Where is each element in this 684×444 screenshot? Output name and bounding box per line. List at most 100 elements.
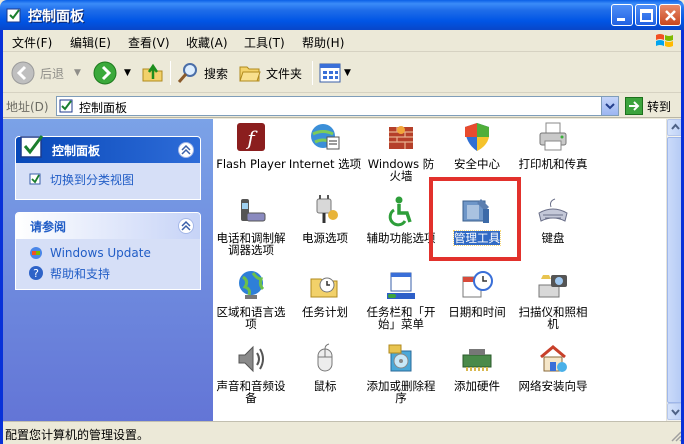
item-scanners-cameras[interactable]: 扫描仪和照相机: [515, 269, 591, 330]
back-button[interactable]: 后退 ▼: [10, 59, 81, 87]
go-button[interactable]: 转到: [625, 97, 671, 115]
shield-icon: [465, 123, 489, 151]
chevron-up-icon: [181, 220, 191, 231]
maximize-icon: [640, 9, 653, 22]
views-grid-icon: [319, 63, 341, 83]
item-taskbar-start-menu[interactable]: 任务栏和「开始」菜单: [363, 269, 439, 330]
item-power-options[interactable]: 电源选项: [287, 195, 363, 244]
up-folder-icon: [142, 63, 163, 82]
close-button[interactable]: [659, 4, 681, 26]
go-arrow-icon: [625, 97, 643, 115]
control-panel-icon: [59, 99, 73, 113]
task-pane: 控制面板 切换到分类视图 请参阅 Windows Update ? 帮助和支持: [0, 119, 213, 421]
item-sounds-audio[interactable]: 声音和音频设备: [213, 343, 289, 404]
item-region-language[interactable]: 区域和语言选项: [213, 269, 289, 330]
up-folder-button[interactable]: [140, 59, 166, 87]
chevron-down-icon: [605, 103, 615, 110]
item-phone-modem[interactable]: 电话和调制解调器选项: [213, 195, 289, 256]
window-frame-left: [0, 30, 3, 444]
item-security-center[interactable]: 安全中心: [439, 121, 515, 170]
flash-icon: f: [237, 123, 265, 151]
control-panel-icon: [20, 135, 44, 158]
add-remove-programs-icon: [388, 344, 412, 372]
collapse-button[interactable]: [178, 142, 194, 158]
views-button[interactable]: ▼: [318, 59, 351, 87]
phone-modem-icon: [241, 199, 266, 222]
windows-update-icon: [30, 247, 42, 259]
panel-header[interactable]: 请参阅: [16, 213, 200, 239]
address-dropdown-button[interactable]: [601, 97, 618, 115]
item-printers-faxes[interactable]: 打印机和传真: [515, 121, 591, 170]
status-bar: 配置您计算机的管理设置。: [0, 421, 684, 444]
item-date-time[interactable]: 日期和时间: [439, 269, 515, 318]
minimize-button[interactable]: [611, 4, 633, 26]
firewall-icon: [389, 126, 413, 149]
panel-header[interactable]: 控制面板: [16, 135, 200, 163]
svg-text:?: ?: [33, 267, 39, 280]
admin-tools-icon: [462, 199, 489, 223]
item-scheduled-tasks[interactable]: 任务计划: [287, 269, 363, 318]
see-also-panel: 请参阅 Windows Update ? 帮助和支持: [15, 212, 201, 290]
toolbar-separator: [170, 61, 171, 85]
forward-button[interactable]: ▼: [92, 59, 131, 87]
toolbar: 后退 ▼ ▼ 搜索 文件夹 ▼: [0, 53, 684, 93]
accessibility-icon: [388, 196, 412, 227]
panel-title: 请参阅: [30, 220, 67, 234]
title-bar[interactable]: 控制面板: [0, 0, 684, 30]
item-flash-player[interactable]: f Flash Player: [213, 121, 289, 170]
item-administrative-tools[interactable]: 管理工具: [439, 195, 515, 246]
switch-category-view-link[interactable]: 切换到分类视图: [28, 169, 190, 189]
taskbar-icon: [387, 272, 415, 299]
menu-tools[interactable]: 工具(T): [244, 34, 285, 51]
internet-options-icon: [311, 124, 340, 150]
menu-help[interactable]: 帮助(H): [302, 34, 344, 51]
forward-dropdown-icon[interactable]: ▼: [124, 68, 131, 78]
collapse-button[interactable]: [178, 218, 194, 234]
address-input[interactable]: 控制面板: [56, 96, 619, 116]
address-value: 控制面板: [79, 101, 128, 115]
scheduled-tasks-icon: [310, 277, 338, 298]
menu-edit[interactable]: 编辑(E): [70, 34, 111, 51]
item-network-setup-wizard[interactable]: 网络安装向导: [515, 343, 591, 392]
power-plug-icon: [316, 195, 338, 223]
chevron-up-icon: [181, 144, 191, 155]
menu-file[interactable]: 文件(F): [12, 34, 52, 51]
folders-button[interactable]: 文件夹: [238, 59, 302, 87]
folder-icon: [239, 66, 261, 82]
network-house-icon: [540, 345, 567, 372]
panel-title: 控制面板: [52, 144, 101, 158]
item-accessibility-options[interactable]: 辅助功能选项: [363, 195, 439, 244]
speaker-icon: [238, 345, 264, 373]
item-windows-firewall[interactable]: Windows 防火墙: [363, 121, 439, 182]
menu-view[interactable]: 查看(V): [128, 34, 170, 51]
windows-logo-icon: [656, 34, 673, 47]
search-button[interactable]: 搜索: [176, 59, 228, 87]
add-hardware-icon: [462, 349, 492, 371]
minimize-icon: [617, 18, 625, 21]
scanner-camera-icon: [538, 275, 567, 298]
windows-update-link[interactable]: Windows Update: [28, 243, 190, 263]
menu-bar: 文件(F) 编辑(E) 查看(V) 收藏(A) 工具(T) 帮助(H): [0, 30, 684, 52]
close-icon: [665, 10, 676, 21]
maximize-button[interactable]: [635, 4, 657, 26]
window-title: 控制面板: [28, 9, 84, 25]
address-bar: 地址(D) 控制面板 转到: [0, 94, 684, 118]
item-add-hardware[interactable]: 添加硬件: [439, 343, 515, 392]
item-internet-options[interactable]: Internet 选项: [287, 121, 363, 170]
item-mouse[interactable]: 鼠标: [287, 343, 363, 392]
address-label: 地址(D): [6, 100, 49, 114]
back-dropdown-icon[interactable]: ▼: [74, 68, 81, 78]
views-dropdown-icon[interactable]: ▼: [344, 68, 351, 78]
clock-calendar-icon: [462, 271, 493, 298]
item-add-remove-programs[interactable]: 添加或删除程序: [363, 343, 439, 404]
forward-arrow-icon: [93, 61, 117, 85]
keyboard-icon: [538, 198, 568, 222]
back-arrow-icon: [11, 61, 35, 85]
mouse-icon: [317, 343, 333, 372]
help-support-link[interactable]: ? 帮助和支持: [28, 263, 190, 283]
item-keyboard[interactable]: 键盘: [515, 195, 591, 244]
menu-favorites[interactable]: 收藏(A): [186, 34, 228, 51]
toolbar-separator: [312, 61, 313, 85]
status-text: 配置您计算机的管理设置。: [5, 428, 150, 442]
help-icon: ?: [29, 266, 43, 280]
